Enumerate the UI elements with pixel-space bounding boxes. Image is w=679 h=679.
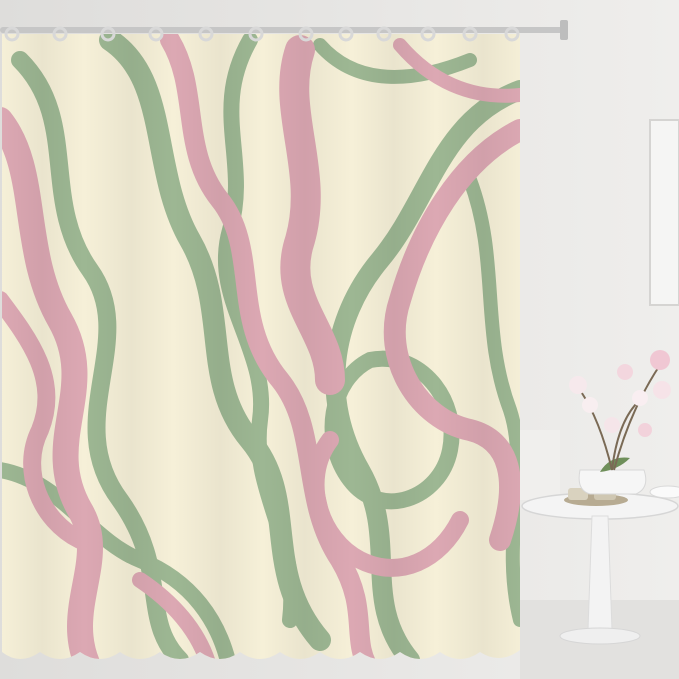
rod-bracket — [560, 20, 568, 40]
curtain — [2, 34, 520, 659]
flower — [650, 350, 670, 370]
flower — [604, 417, 620, 433]
flower — [617, 364, 633, 380]
scene-svg — [0, 0, 679, 679]
shower-rod-icon — [0, 27, 568, 33]
table-base — [559, 627, 641, 645]
flower — [582, 397, 598, 413]
flower — [653, 381, 671, 399]
shower-curtain-scene — [0, 0, 679, 679]
curtain-folds — [2, 34, 520, 659]
flower — [638, 423, 652, 437]
vase — [578, 469, 647, 495]
wall-frame — [649, 119, 679, 306]
bowl — [649, 485, 679, 499]
flower — [632, 390, 648, 406]
table-stem — [587, 515, 613, 631]
tub-edge — [520, 430, 560, 500]
flower — [569, 376, 587, 394]
